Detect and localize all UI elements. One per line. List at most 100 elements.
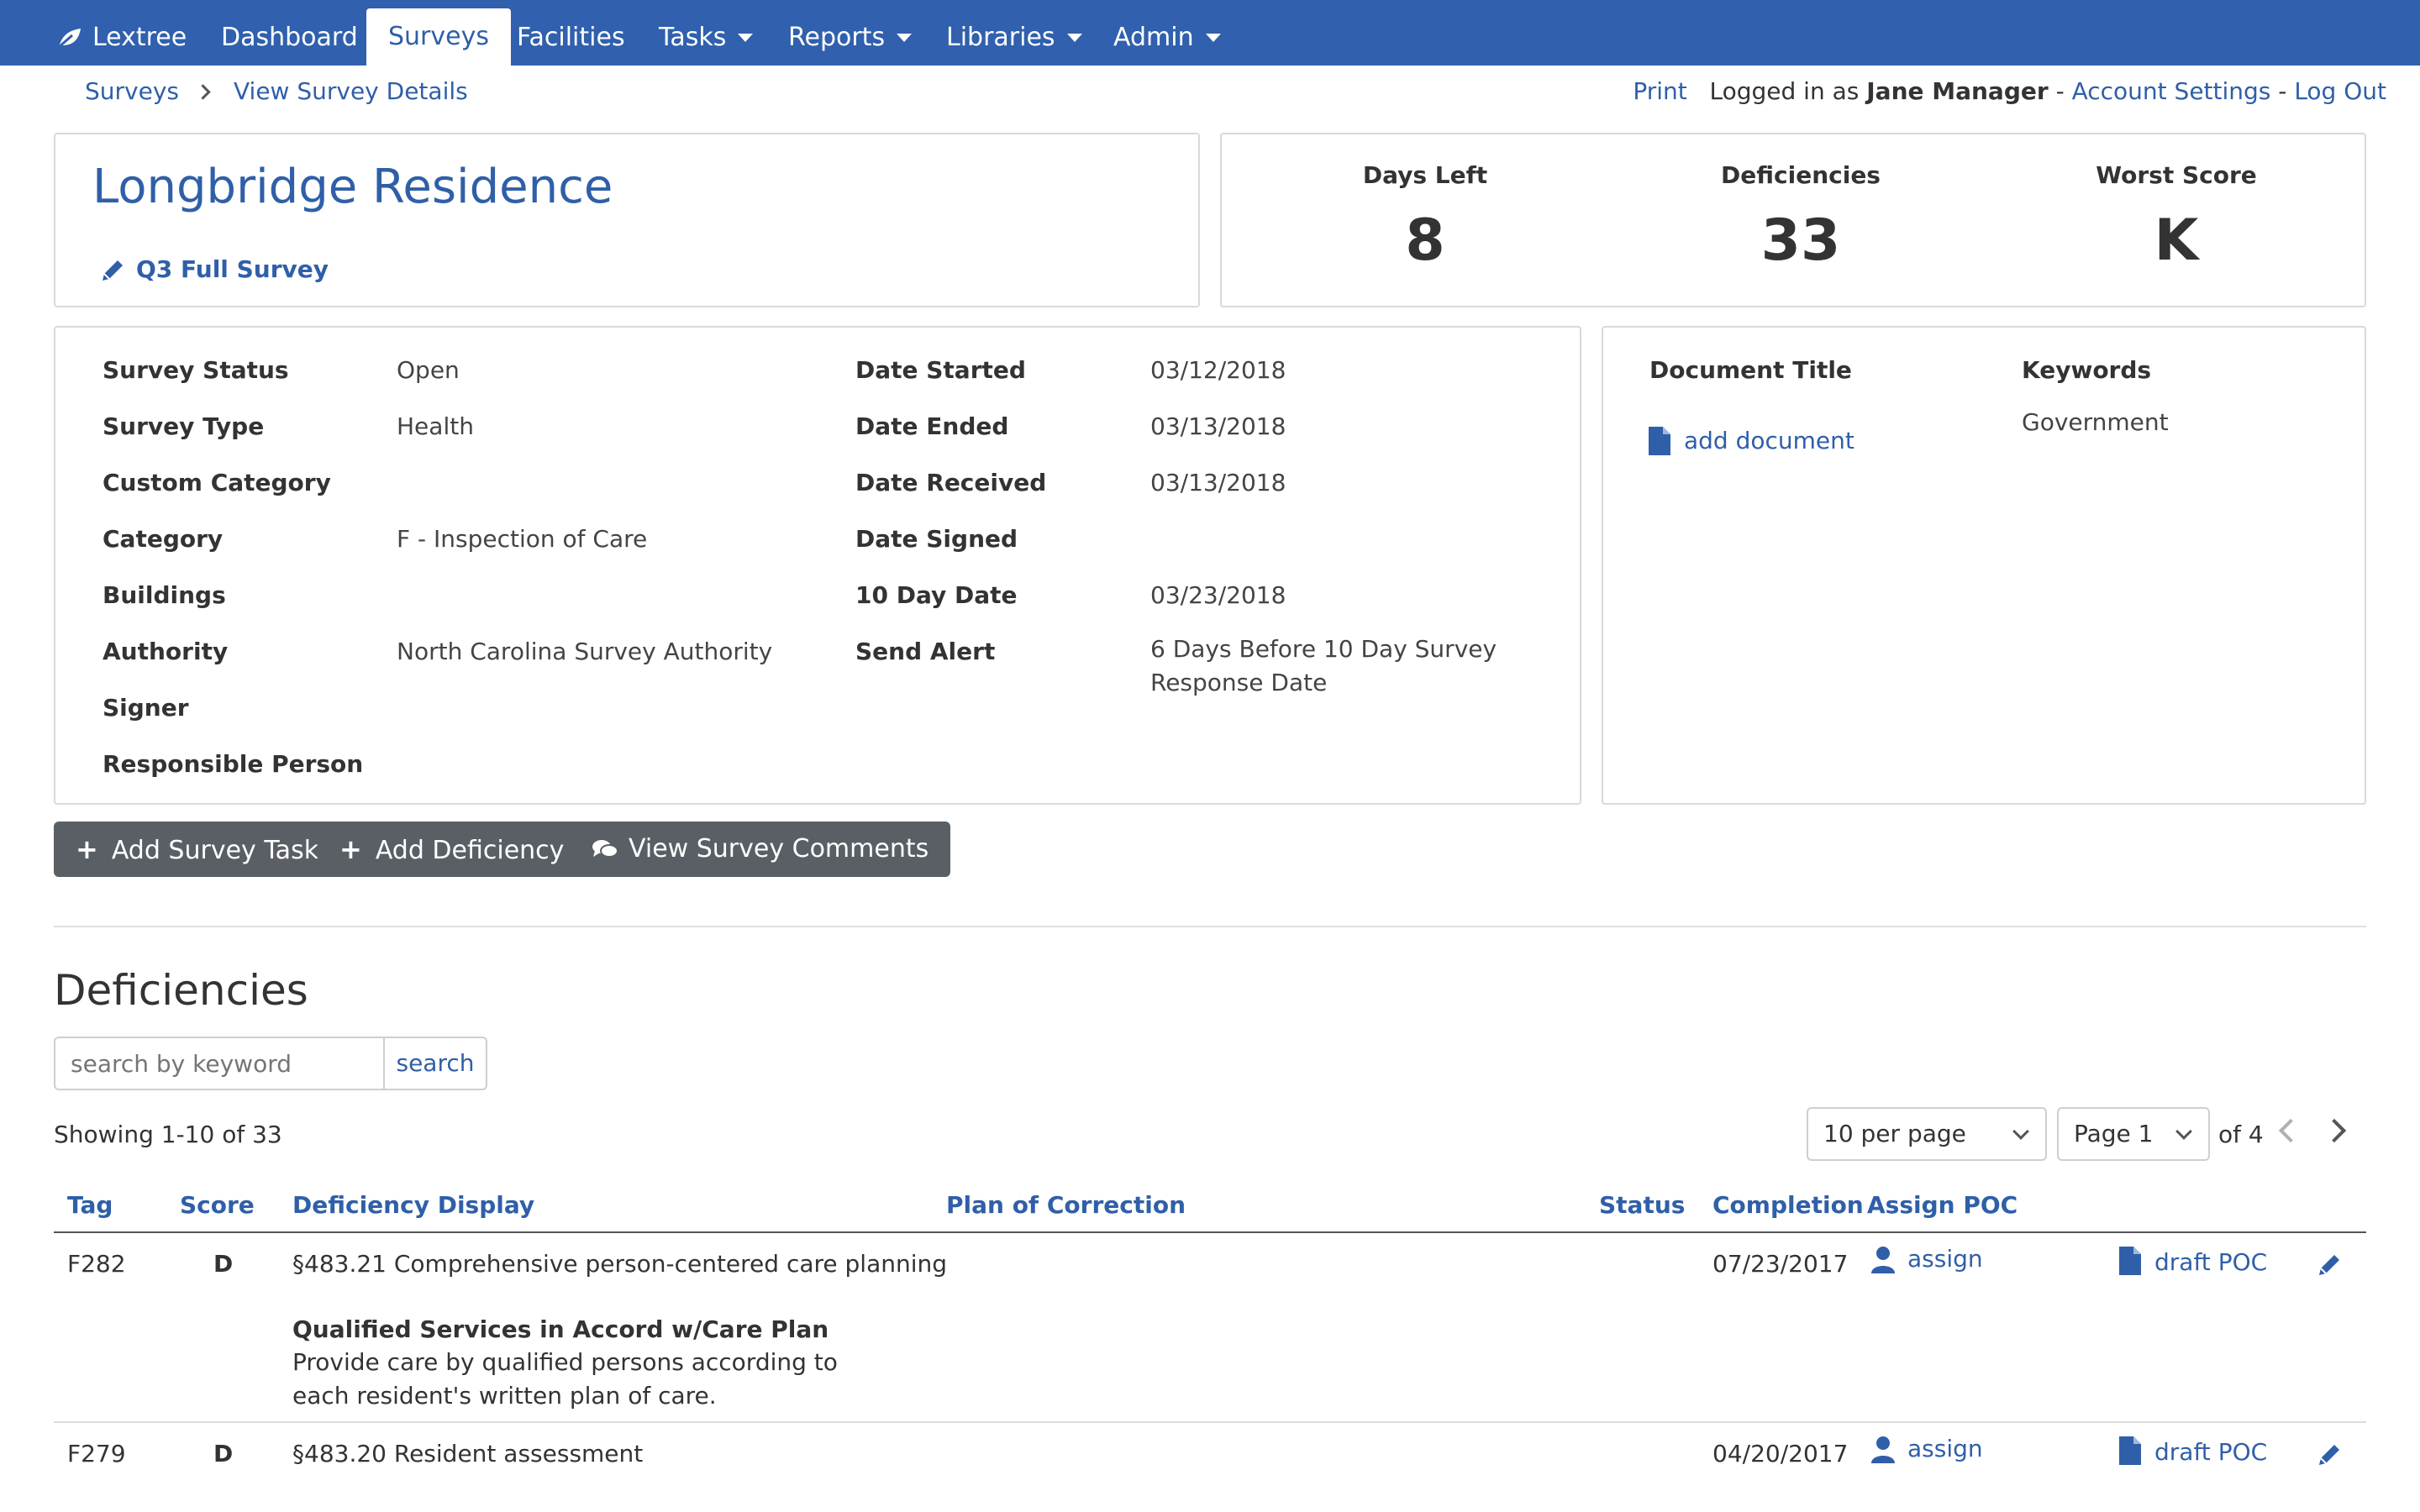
next-page-icon[interactable] [2322,1118,2347,1143]
add-deficiency-button[interactable]: + Add Deficiency [318,822,587,877]
column-header-deficiency-display[interactable]: Deficiency Display [292,1191,534,1219]
stat-value: 8 [1405,207,1445,274]
column-header-assign-poc[interactable]: Assign POC [1867,1191,2018,1219]
cell-regulation: §483.20 Resident assessment [292,1440,644,1467]
column-header-plan-of-correction[interactable]: Plan of Correction [946,1191,1186,1219]
detail-value: Open [397,356,460,384]
edit-row-button[interactable] [2316,1250,2354,1278]
detail-label: Survey Type [103,412,265,440]
breadcrumb: Surveys View Survey Details [85,77,468,105]
breadcrumb-surveys[interactable]: Surveys [85,77,179,105]
stat-value: K [2154,207,2199,274]
column-header-tag[interactable]: Tag [67,1191,113,1219]
nav-tasks[interactable]: Tasks [659,0,754,66]
edit-survey-link[interactable]: Q3 Full Survey [99,255,329,284]
chevron-down-icon [2175,1123,2192,1140]
user-bar: Print Logged in as Jane Manager - Accoun… [1633,77,2386,105]
assign-label: assign [1907,1435,1983,1462]
assign-poc-link[interactable]: assign [1870,1435,1983,1463]
nav-surveys[interactable]: Surveys [366,8,511,66]
leaf-icon [58,29,81,49]
edit-row-button[interactable] [2316,1440,2354,1468]
nav-libraries-label: Libraries [946,23,1055,52]
nav-dashboard-label: Dashboard [221,23,358,52]
separator: - [2278,77,2287,105]
logout-link[interactable]: Log Out [2294,77,2386,105]
detail-label: 10 Day Date [855,581,1018,609]
detail-label: Date Received [855,469,1047,496]
cell-score: D [213,1440,234,1467]
nav-facilities-label: Facilities [517,23,625,52]
cell-regulation: §483.21 Comprehensive person-centered ca… [292,1250,948,1278]
chevron-right-icon [195,84,211,100]
documents-panel [1602,326,2366,805]
section-divider [54,926,2366,927]
pencil-icon [103,260,123,281]
detail-label: Date Ended [855,412,1009,440]
detail-value: 03/23/2018 [1150,581,1286,609]
column-header-score[interactable]: Score [180,1191,255,1219]
chevron-down-icon [2012,1123,2029,1140]
page-value: Page 1 [2074,1120,2154,1147]
draft-label: draft POC [2154,1438,2268,1466]
detail-label: Date Started [855,356,1026,384]
draft-label: draft POC [2154,1248,2268,1276]
print-link[interactable]: Print [1633,77,1686,105]
draft-poc-link[interactable]: draft POC [2118,1245,2267,1277]
nav-facilities[interactable]: Facilities [517,0,625,66]
nav-dashboard[interactable]: Dashboard [221,0,358,66]
button-label: Add Deficiency [375,836,565,865]
stat-deficiencies: Deficiencies 33 [1633,161,1969,274]
add-document-link[interactable]: add document [1647,425,1854,457]
brand-name: Lextree [92,23,187,52]
column-header-completion[interactable]: Completion [1712,1191,1864,1219]
nav-admin-label: Admin [1113,23,1194,52]
assign-poc-link[interactable]: assign [1870,1245,1983,1273]
nav-reports-label: Reports [788,23,886,52]
add-survey-task-button[interactable]: + Add Survey Task [54,822,341,877]
detail-value: F - Inspection of Care [397,525,648,553]
prev-page-icon[interactable] [2278,1118,2303,1143]
assign-label: assign [1907,1245,1983,1273]
button-label: Add Survey Task [111,836,319,865]
page-select[interactable]: Page 1 [2057,1107,2210,1161]
document-icon [2119,1247,2141,1275]
separator: - [2055,77,2065,105]
pencil-icon [2319,1255,2339,1275]
plus-icon: + [339,833,362,865]
detail-value: Health [397,412,474,440]
nav-admin[interactable]: Admin [1113,0,1221,66]
survey-name: Q3 Full Survey [136,255,329,283]
search-button[interactable]: search [383,1037,487,1090]
stat-days-left: Days Left 8 [1257,161,1593,274]
detail-label: Send Alert [855,638,996,665]
page-total: of 4 [2218,1121,2264,1148]
cell-tag: F282 [67,1250,126,1278]
breadcrumb-current[interactable]: View Survey Details [234,77,468,105]
per-page-select[interactable]: 10 per page [1807,1107,2047,1161]
cell-score: D [213,1250,234,1278]
deficiencies-title: Deficiencies [54,966,308,1015]
nav-libraries[interactable]: Libraries [946,0,1082,66]
detail-value: 6 Days Before 10 Day Survey Response Dat… [1150,635,1497,696]
detail-value: 03/12/2018 [1150,356,1286,384]
draft-poc-link[interactable]: draft POC [2118,1435,2267,1467]
caret-down-icon [1066,34,1082,42]
plus-icon: + [76,833,98,865]
survey-details-panel [54,326,1581,805]
brand-logo[interactable]: Lextree [57,0,187,66]
document-icon [1649,427,1670,455]
detail-value: North Carolina Survey Authority [397,638,773,665]
cell-completion: 07/23/2017 [1712,1250,1849,1278]
search-input[interactable] [54,1037,385,1090]
detail-label: Custom Category [103,469,331,496]
view-survey-comments-button[interactable]: View Survey Comments [570,822,951,877]
stat-value: 33 [1760,207,1841,274]
keywords-header: Keywords [2022,356,2152,384]
column-header-status[interactable]: Status [1599,1191,1685,1219]
comments-icon [592,840,618,858]
per-page-value: 10 per page [1823,1120,1966,1147]
account-settings-link[interactable]: Account Settings [2072,77,2271,105]
nav-reports[interactable]: Reports [788,0,913,66]
nav-surveys-label: Surveys [388,22,489,51]
